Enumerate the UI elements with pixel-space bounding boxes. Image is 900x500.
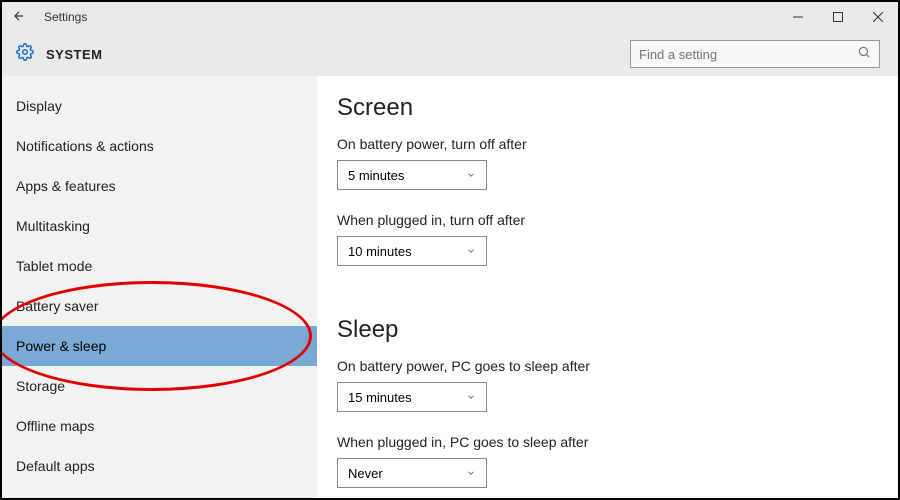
window-title: Settings bbox=[44, 10, 87, 24]
sidebar-item-label: Battery saver bbox=[16, 298, 98, 314]
sidebar-item-label: Offline maps bbox=[16, 418, 94, 434]
sidebar-item-default-apps[interactable]: Default apps bbox=[2, 446, 317, 486]
chevron-down-icon bbox=[466, 244, 476, 259]
window-controls bbox=[778, 2, 898, 32]
chevron-down-icon bbox=[466, 466, 476, 481]
sidebar-item-label: Power & sleep bbox=[16, 338, 106, 354]
sidebar-item-label: Multitasking bbox=[16, 218, 90, 234]
sleep-plugged-label: When plugged in, PC goes to sleep after bbox=[337, 434, 878, 450]
back-button[interactable] bbox=[12, 9, 26, 26]
screen-battery-dropdown[interactable]: 5 minutes bbox=[337, 160, 487, 190]
section-title: SYSTEM bbox=[46, 47, 102, 62]
sidebar-item-storage[interactable]: Storage bbox=[2, 366, 317, 406]
sidebar-item-multitasking[interactable]: Multitasking bbox=[2, 206, 317, 246]
dropdown-value: 5 minutes bbox=[348, 168, 404, 183]
dropdown-value: 10 minutes bbox=[348, 244, 412, 259]
sidebar-item-offline-maps[interactable]: Offline maps bbox=[2, 406, 317, 446]
chevron-down-icon bbox=[466, 168, 476, 183]
minimize-button[interactable] bbox=[778, 2, 818, 32]
sidebar-item-battery-saver[interactable]: Battery saver bbox=[2, 286, 317, 326]
sidebar-item-power-sleep[interactable]: Power & sleep bbox=[2, 326, 317, 366]
titlebar: Settings bbox=[2, 2, 898, 32]
search-box[interactable] bbox=[630, 40, 880, 68]
search-icon bbox=[857, 45, 871, 64]
sidebar: Display Notifications & actions Apps & f… bbox=[2, 76, 317, 498]
sidebar-item-label: Default apps bbox=[16, 458, 95, 474]
sidebar-item-notifications[interactable]: Notifications & actions bbox=[2, 126, 317, 166]
sidebar-item-label: Apps & features bbox=[16, 178, 116, 194]
dropdown-value: 15 minutes bbox=[348, 390, 412, 405]
search-input[interactable] bbox=[639, 47, 849, 62]
sleep-heading: Sleep bbox=[337, 316, 878, 344]
sleep-battery-label: On battery power, PC goes to sleep after bbox=[337, 358, 878, 374]
header-bar: SYSTEM bbox=[2, 32, 898, 76]
settings-window: Settings SYSTEM bbox=[0, 0, 900, 500]
screen-battery-label: On battery power, turn off after bbox=[337, 136, 878, 152]
sidebar-item-label: Display bbox=[16, 98, 62, 114]
dropdown-value: Never bbox=[348, 466, 383, 481]
screen-heading: Screen bbox=[337, 94, 878, 122]
body: Display Notifications & actions Apps & f… bbox=[2, 76, 898, 498]
close-button[interactable] bbox=[858, 2, 898, 32]
maximize-button[interactable] bbox=[818, 2, 858, 32]
chevron-down-icon bbox=[466, 390, 476, 405]
sidebar-item-display[interactable]: Display bbox=[2, 86, 317, 126]
sidebar-item-tablet-mode[interactable]: Tablet mode bbox=[2, 246, 317, 286]
sleep-battery-dropdown[interactable]: 15 minutes bbox=[337, 382, 487, 412]
sleep-plugged-dropdown[interactable]: Never bbox=[337, 458, 487, 488]
screen-plugged-dropdown[interactable]: 10 minutes bbox=[337, 236, 487, 266]
sidebar-item-apps-features[interactable]: Apps & features bbox=[2, 166, 317, 206]
sidebar-item-label: Storage bbox=[16, 378, 65, 394]
sidebar-item-label: Tablet mode bbox=[16, 258, 92, 274]
screen-plugged-label: When plugged in, turn off after bbox=[337, 212, 878, 228]
sidebar-item-label: Notifications & actions bbox=[16, 138, 154, 154]
gear-icon bbox=[16, 43, 34, 66]
content-panel: Screen On battery power, turn off after … bbox=[317, 76, 898, 498]
